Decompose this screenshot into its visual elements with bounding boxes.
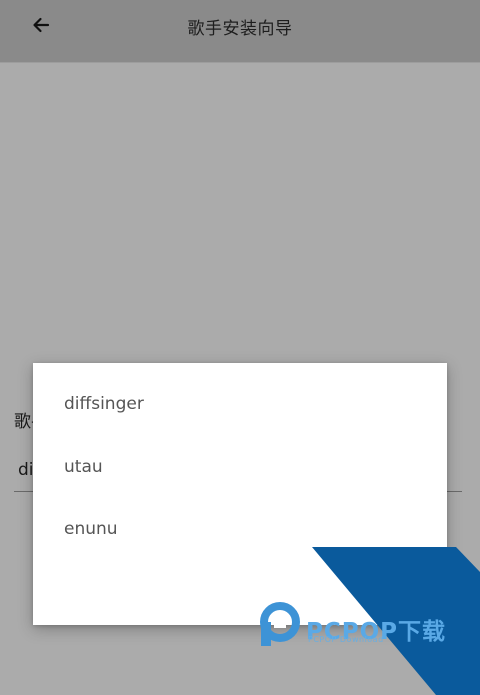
app-bar: 歌手安装向导 bbox=[0, 0, 480, 63]
menu-item-utau[interactable]: utau bbox=[33, 438, 447, 496]
page-title: 歌手安装向导 bbox=[187, 19, 293, 39]
dropdown-menu: diffsinger utau enunu bbox=[33, 363, 447, 625]
menu-item-diffsinger[interactable]: diffsinger bbox=[33, 375, 447, 433]
menu-item-enunu[interactable]: enunu bbox=[33, 500, 447, 558]
